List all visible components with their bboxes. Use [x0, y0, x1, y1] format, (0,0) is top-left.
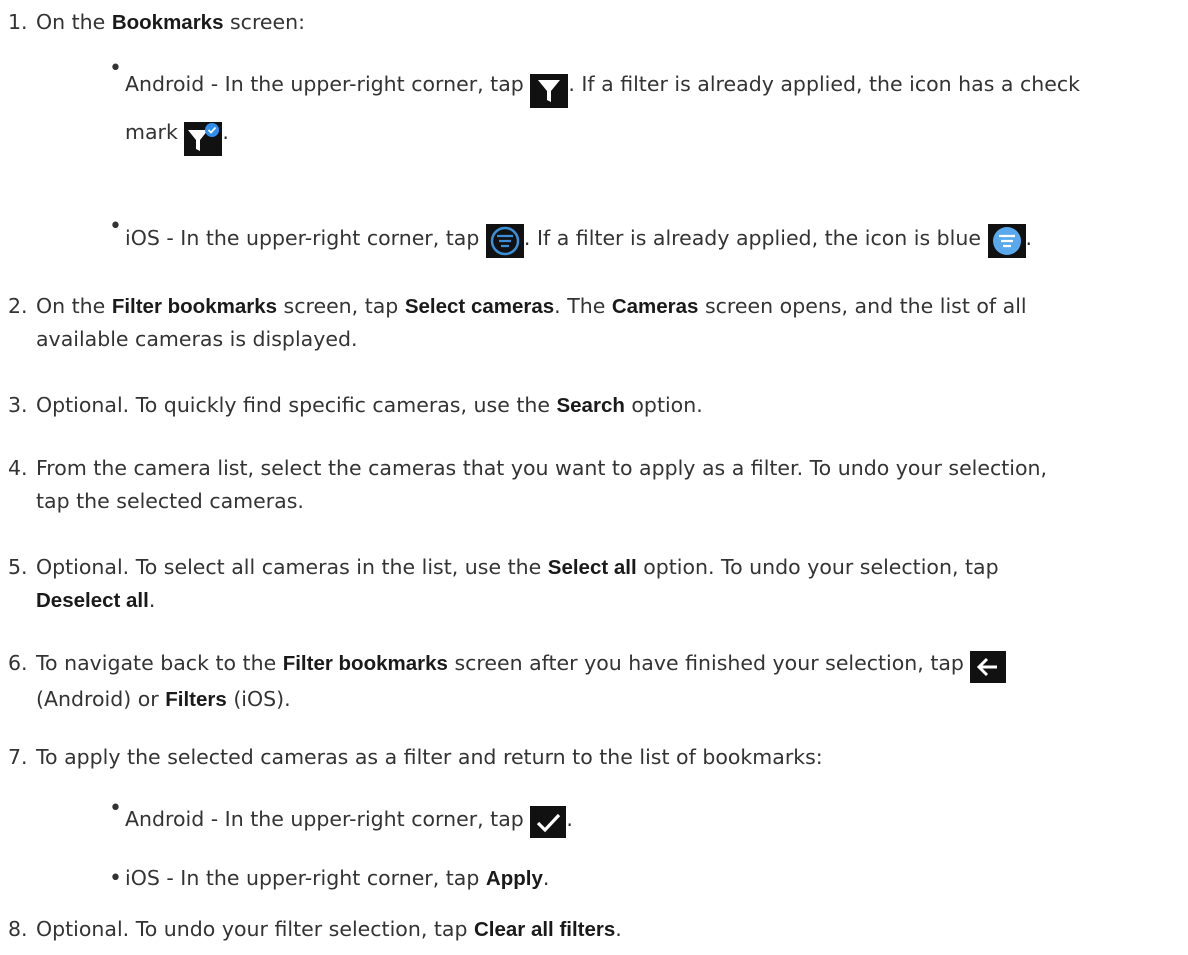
ui-term-deselect-all: Deselect all: [36, 589, 149, 612]
bullet: •: [109, 56, 122, 81]
filter-funnel-icon: [530, 74, 569, 108]
filter-lines-icon: [485, 224, 524, 258]
step-text-continued: Deselect all.: [8, 584, 1178, 617]
substep-android-filter: • Android - In the upper-right corner, t…: [109, 56, 1175, 156]
step-text-continued: (Android) or Filters (iOS).: [8, 683, 1178, 716]
step-3: 3. Optional. To quickly find specific cam…: [8, 389, 1178, 422]
ui-term-select-all: Select all: [547, 556, 637, 579]
step-number: 3.: [8, 393, 28, 417]
step-text: Optional. To select all cameras in the l…: [36, 555, 548, 579]
checkmark-icon: [530, 806, 567, 838]
step-text: screen, tap: [277, 294, 405, 318]
filter-funnel-checked-icon: [184, 122, 223, 156]
substep-ios-apply: • iOS - In the upper-right corner, tap A…: [109, 862, 1175, 895]
step-number: 7.: [8, 745, 28, 769]
substep-text: Android - In the upper-right corner, tap: [125, 807, 531, 831]
step-5: 5. Optional. To select all cameras in the…: [8, 551, 1178, 617]
step-number: 1.: [8, 10, 28, 34]
substep-text: iOS - In the upper-right corner, tap: [125, 866, 486, 890]
bullet: •: [109, 214, 122, 239]
ui-term-clear-all-filters: Clear all filters: [473, 918, 616, 941]
step-text: On the: [36, 10, 112, 34]
substep-text: . If a filter is already applied, the ic…: [568, 72, 1081, 96]
step-text: screen after you have finished your sele…: [447, 651, 971, 675]
step-2: 2. On the Filter bookmarks screen, tap Se…: [8, 290, 1178, 356]
step-text: On the: [36, 294, 112, 318]
ui-term-filter-bookmarks: Filter bookmarks: [111, 295, 278, 318]
step-text: screen opens, and the list of all: [698, 294, 1027, 318]
ui-term-bookmarks: Bookmarks: [111, 11, 224, 34]
substep-text: .: [542, 866, 550, 890]
back-arrow-icon: [970, 651, 1007, 683]
step-text: . The: [554, 294, 612, 318]
step-text: To apply the selected cameras as a filte…: [36, 745, 823, 769]
step-7: 7. To apply the selected cameras as a fil…: [8, 741, 1178, 774]
step-number: 6.: [8, 651, 28, 675]
step-8: 8. Optional. To undo your filter selectio…: [8, 913, 1178, 946]
step-text: (iOS).: [226, 687, 291, 711]
substep-android-apply: • Android - In the upper-right corner, t…: [109, 796, 1175, 838]
step-text: option.: [624, 393, 703, 417]
substep-text: .: [222, 120, 229, 144]
step-4: 4. From the camera list, select the camer…: [8, 452, 1178, 518]
bullet: •: [109, 866, 122, 891]
filter-lines-blue-icon: [987, 224, 1026, 258]
step-text-continued: available cameras is displayed.: [36, 327, 358, 351]
step-text: .: [615, 917, 622, 941]
step-text: (Android) or: [36, 687, 166, 711]
ui-term-cameras: Cameras: [611, 295, 699, 318]
substep-text: .: [566, 807, 573, 831]
substep-text: iOS - In the upper-right corner, tap: [125, 226, 486, 250]
substep-ios-filter: • iOS - In the upper-right corner, tap .…: [109, 214, 1175, 258]
step-text: Optional. To undo your filter selection,…: [36, 917, 474, 941]
ui-term-filter-bookmarks: Filter bookmarks: [282, 652, 448, 675]
step-6: 6. To navigate back to the Filter bookmar…: [8, 644, 1178, 716]
substep-text: Android - In the upper-right corner, tap: [125, 72, 531, 96]
step-text: To navigate back to the: [36, 651, 283, 675]
ui-term-select-cameras: Select cameras: [404, 295, 555, 318]
substep-text: . If a filter is already applied, the ic…: [523, 226, 988, 250]
step-number: 2.: [8, 294, 28, 318]
step-number: 4.: [8, 456, 28, 480]
step-text: .: [148, 588, 156, 612]
step-number: 8.: [8, 917, 28, 941]
substep-text: .: [1025, 226, 1033, 250]
step-1: 1. On the Bookmarks screen:: [8, 6, 1178, 39]
substep-text: mark: [125, 120, 185, 144]
step-text: From the camera list, select the cameras…: [36, 456, 1048, 480]
step-text: Optional. To quickly find specific camer…: [36, 393, 557, 417]
ui-term-apply: Apply: [485, 867, 543, 890]
ui-term-filters: Filters: [165, 688, 227, 711]
step-number: 5.: [8, 555, 28, 579]
ui-term-search: Search: [556, 394, 625, 417]
step-text: screen:: [223, 10, 306, 34]
bullet: •: [109, 796, 122, 821]
step-text: option. To undo your selection, tap: [636, 555, 999, 579]
step-text-continued: tap the selected cameras.: [36, 489, 304, 513]
